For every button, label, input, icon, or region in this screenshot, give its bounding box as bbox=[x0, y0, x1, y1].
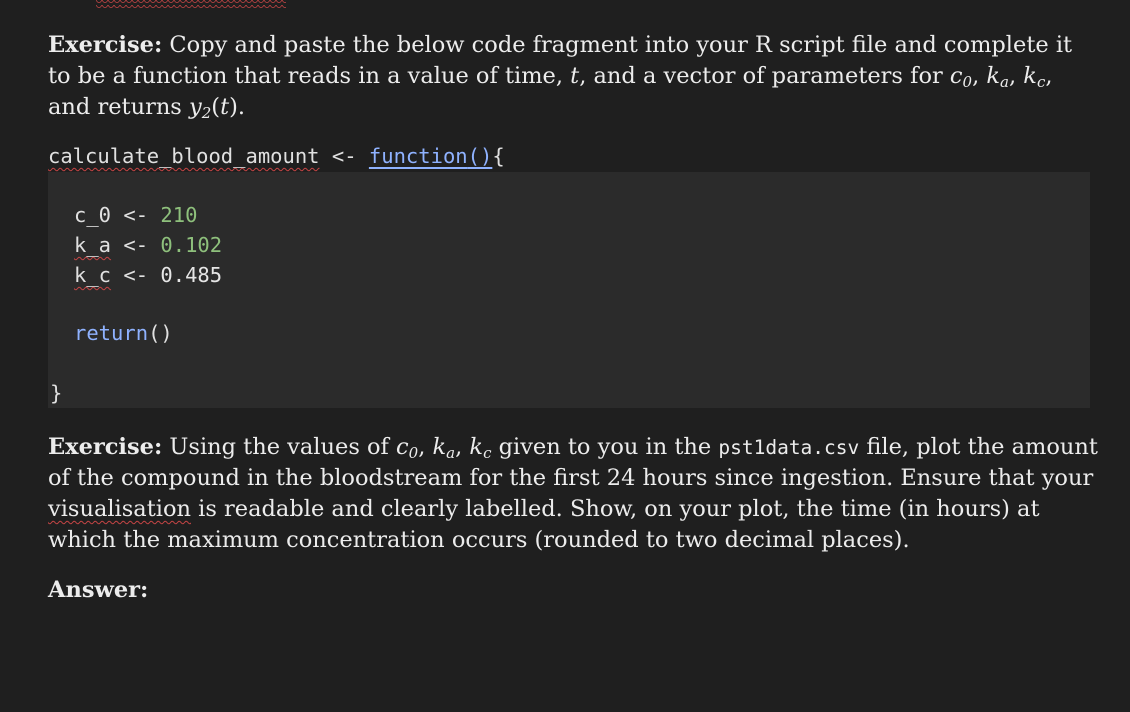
exercise-2-text: is readable and clearly labelled. Show, … bbox=[48, 496, 1040, 553]
function-name: calculate_blood_amount bbox=[48, 144, 320, 168]
exercise-1-text: , and a vector of parameters for bbox=[579, 63, 950, 89]
return-statement: return() bbox=[74, 321, 173, 345]
var-name: k_c bbox=[74, 263, 112, 287]
exercise-2-text: Using the values of bbox=[162, 434, 397, 460]
misspelled-word: visualisation bbox=[48, 496, 191, 522]
spellcheck-underline bbox=[96, 0, 286, 8]
exercise-1-label: Exercise: bbox=[48, 32, 163, 58]
math-kc: kc bbox=[1023, 63, 1046, 91]
code-line: c_0 <- 210 bbox=[74, 203, 198, 227]
math-y2: y2 bbox=[189, 94, 212, 122]
code-assignments: c_0 <- 210 k_a <- 0.102 k_c <- 0.485 bbox=[74, 200, 222, 290]
math-c0: c0 bbox=[949, 63, 973, 91]
brace-close: } bbox=[50, 381, 63, 405]
numeric-value: 0.485 bbox=[160, 263, 223, 287]
math-t: t bbox=[220, 94, 230, 120]
brace-open: { bbox=[492, 144, 505, 168]
exercise-2-text: given to you in the bbox=[491, 434, 719, 460]
return-keyword: return bbox=[74, 321, 149, 345]
function-keyword: function() bbox=[368, 144, 493, 168]
math-t: t bbox=[570, 63, 580, 89]
code-function-header: calculate_blood_amount <- function(){ bbox=[48, 144, 505, 168]
math-ka: ka bbox=[432, 434, 456, 462]
var-name: c_0 bbox=[74, 203, 112, 227]
numeric-value: 0.102 bbox=[160, 233, 223, 257]
exercise-2-label: Exercise: bbox=[48, 434, 163, 460]
filename-code: pst1data.csv bbox=[718, 436, 860, 459]
code-line: k_a <- 0.102 bbox=[74, 233, 223, 257]
exercise-2-paragraph: Exercise: Using the values of c0, ka, kc… bbox=[48, 434, 1098, 553]
math-c0: c0 bbox=[396, 434, 419, 462]
code-block[interactable]: c_0 <- 210 k_a <- 0.102 k_c <- 0.485 retur… bbox=[48, 172, 1090, 408]
math-kc: kc bbox=[469, 434, 492, 462]
math-ka: ka bbox=[986, 63, 1009, 91]
numeric-value: 210 bbox=[160, 203, 198, 227]
exercise-1-paragraph: Exercise: Copy and paste the below code … bbox=[48, 32, 1073, 122]
code-line: k_c <- 0.485 bbox=[74, 263, 223, 287]
var-name: k_a bbox=[74, 233, 112, 257]
answer-label: Answer: bbox=[48, 577, 149, 603]
